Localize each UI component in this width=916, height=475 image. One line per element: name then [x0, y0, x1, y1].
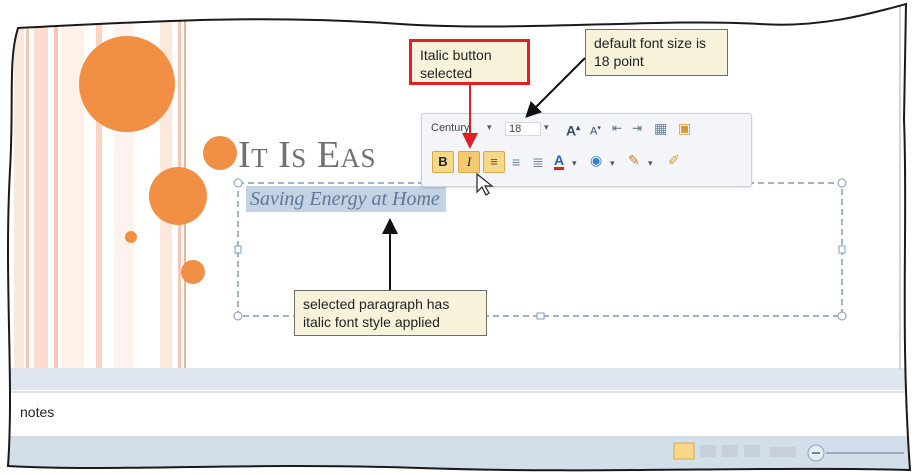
- font-size-box[interactable]: 18: [505, 122, 541, 136]
- align-left-icon[interactable]: ≡: [512, 153, 520, 171]
- resize-handle[interactable]: [837, 311, 847, 321]
- center-align-button[interactable]: ≡: [483, 151, 505, 173]
- font-color-icon[interactable]: A: [554, 151, 564, 169]
- reading-view-icon[interactable]: [722, 445, 738, 457]
- resize-handle[interactable]: [536, 312, 545, 320]
- zoom-level-indicator[interactable]: [770, 447, 796, 457]
- notes-pane-label: notes: [20, 404, 55, 420]
- mouse-pointer-icon: [476, 172, 494, 196]
- font-color-dropdown-icon[interactable]: ▾: [572, 154, 577, 172]
- align-right-icon[interactable]: ≣: [532, 153, 544, 171]
- selected-subtitle-text[interactable]: Saving Energy at Home: [246, 186, 446, 212]
- italic-callout-text: Italic button selected: [420, 47, 492, 81]
- shrink-font-icon[interactable]: A▾: [590, 120, 601, 141]
- font-size-callout: default font size is 18 point: [585, 29, 728, 76]
- bold-button[interactable]: B: [432, 151, 454, 173]
- slide-title[interactable]: It Is Eas: [238, 133, 376, 177]
- paragraph-callout: selected paragraph has italic font style…: [294, 290, 487, 336]
- arrange-icon[interactable]: ▣: [678, 119, 691, 137]
- increase-indent-icon[interactable]: ⇥: [632, 119, 642, 137]
- decrease-indent-icon[interactable]: ⇤: [612, 119, 622, 137]
- font-name-dropdown-icon[interactable]: ▾: [487, 122, 492, 133]
- shape-outline-dropdown-icon[interactable]: ▾: [648, 154, 653, 172]
- shape-fill-dropdown-icon[interactable]: ▾: [610, 154, 615, 172]
- resize-handle[interactable]: [233, 311, 243, 321]
- resize-handle[interactable]: [838, 245, 846, 254]
- resize-handle[interactable]: [233, 178, 243, 188]
- font-size-dropdown-icon[interactable]: ▾: [544, 122, 549, 133]
- mini-toolbar: Century ▾ 18 ▾ A▴ A▾ ⇤ ⇥ ▦ ▣ B I ≡ ≡ ≣ A…: [421, 113, 752, 187]
- slide-sorter-icon[interactable]: [700, 445, 716, 457]
- notes-pane[interactable]: [0, 392, 916, 436]
- paragraph-callout-text: selected paragraph has italic font style…: [303, 296, 450, 330]
- normal-view-icon[interactable]: [673, 442, 695, 460]
- format-painter-icon[interactable]: ▦: [654, 119, 667, 137]
- slide-title-container: It Is Eas: [236, 130, 429, 180]
- slide-show-icon[interactable]: [744, 445, 760, 457]
- italic-button-callout: Italic button selected: [409, 39, 530, 85]
- shape-fill-icon[interactable]: ◉: [590, 151, 602, 169]
- format-painter-brush-icon[interactable]: ✐: [668, 151, 680, 169]
- italic-button[interactable]: I: [458, 151, 480, 173]
- font-name-box[interactable]: Century: [431, 122, 470, 134]
- resize-handle[interactable]: [234, 245, 242, 254]
- font-size-callout-text: default font size is 18 point: [594, 35, 707, 69]
- resize-handle[interactable]: [837, 178, 847, 188]
- shape-outline-icon[interactable]: ✎: [628, 151, 640, 169]
- slide-bottom-gutter: [10, 368, 910, 390]
- grow-font-icon[interactable]: A▴: [566, 119, 580, 140]
